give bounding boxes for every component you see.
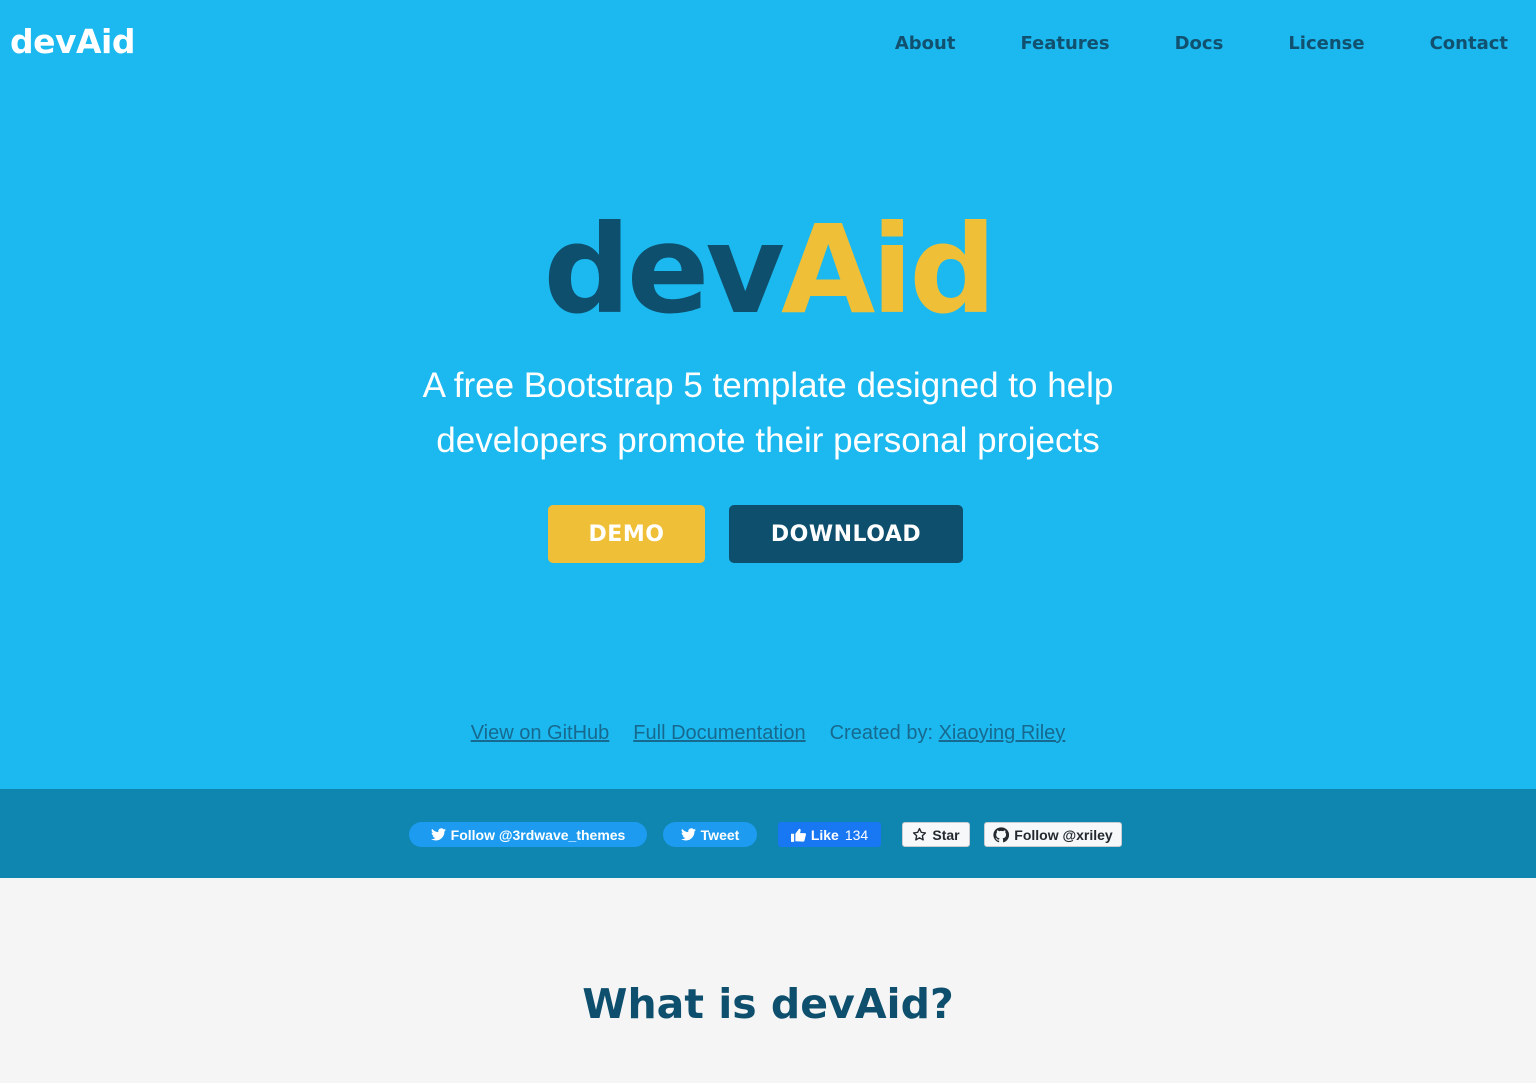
github-follow-label: Follow @xriley	[1014, 826, 1113, 843]
hero-tagline: A free Bootstrap 5 template designed to …	[0, 358, 1536, 468]
github-link[interactable]: View on GitHub	[471, 722, 610, 744]
tagline-line-1: A free Bootstrap 5 template designed to …	[422, 366, 1114, 405]
documentation-link[interactable]: Full Documentation	[633, 722, 805, 744]
thumbs-up-icon	[790, 828, 806, 842]
nav-docs[interactable]: Docs	[1175, 33, 1224, 54]
like-label: Like	[810, 826, 839, 843]
nav-contact[interactable]: Contact	[1430, 33, 1508, 54]
tweet-label: Tweet	[700, 826, 740, 843]
twitter-follow-label: Follow @3rdwave_themes	[450, 826, 626, 843]
nav-license[interactable]: License	[1288, 33, 1364, 54]
social-bar	[0, 789, 1536, 878]
twitter-follow-button[interactable]: Follow @3rdwave_themes	[409, 822, 647, 847]
github-icon	[993, 826, 1010, 842]
github-star-button[interactable]: Star	[902, 822, 970, 847]
hero-title: devAid	[0, 195, 1536, 345]
facebook-like-button[interactable]: Like 134	[778, 822, 881, 847]
section-title: What is devAid?	[582, 980, 954, 1028]
hero-title-aid: Aid	[781, 199, 997, 341]
hero-title-dev: dev	[543, 199, 785, 341]
created-by-label: Created by:	[829, 722, 933, 744]
demo-button[interactable]: DEMO	[548, 505, 705, 563]
tagline-line-2: developers promote their personal projec…	[436, 421, 1100, 460]
hero-links: View on GitHub Full Documentation Created …	[0, 722, 1536, 745]
hero-section: devAid About Features Docs License Conta…	[0, 0, 1536, 789]
author-link[interactable]: Xiaoying Riley	[939, 722, 1066, 744]
twitter-bird-icon	[680, 828, 696, 841]
star-label: Star	[932, 826, 960, 843]
nav-features[interactable]: Features	[1020, 33, 1109, 54]
twitter-bird-icon	[430, 828, 446, 841]
tweet-button[interactable]: Tweet	[663, 822, 757, 847]
github-follow-button[interactable]: Follow @xriley	[984, 822, 1122, 847]
star-icon	[913, 827, 927, 841]
site-logo[interactable]: devAid	[10, 22, 136, 61]
main-nav: About Features Docs License Contact	[830, 33, 1508, 54]
download-button[interactable]: DOWNLOAD	[729, 505, 963, 563]
like-count: 134	[844, 826, 869, 843]
nav-about[interactable]: About	[895, 33, 956, 54]
